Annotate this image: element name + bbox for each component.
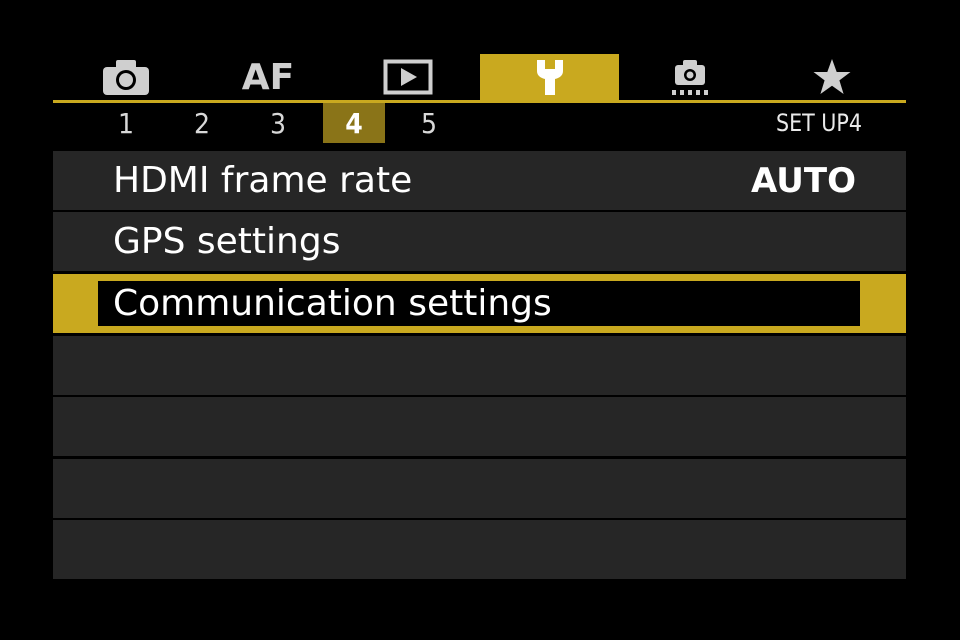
page-5-label: 5 — [420, 106, 438, 140]
menu-item-empty — [53, 459, 906, 518]
page-3[interactable]: 3 — [247, 103, 309, 143]
tab-af[interactable]: AF — [233, 54, 303, 100]
selection-highlight: Communication settings — [98, 281, 860, 326]
page-selector: 1 2 3 4 5 SET UP4 — [53, 103, 906, 145]
menu-item-hdmi-frame-rate[interactable]: HDMI frame rate AUTO — [53, 151, 906, 210]
page-2[interactable]: 2 — [171, 103, 233, 143]
tab-my-menu[interactable] — [808, 54, 856, 100]
tab-setup[interactable] — [480, 54, 619, 100]
star-icon — [813, 59, 851, 94]
tab-shooting[interactable] — [88, 54, 164, 100]
page-1-label: 1 — [117, 106, 135, 140]
menu-tab-bar: AF — [53, 54, 906, 100]
menu-item-value: AUTO — [751, 160, 856, 201]
page-3-label: 3 — [269, 106, 287, 140]
page-5[interactable]: 5 — [398, 103, 460, 143]
menu-item-communication-settings[interactable]: Communication settings — [53, 274, 906, 333]
menu-item-label: HDMI frame rate — [113, 160, 413, 201]
page-4-label: 4 — [345, 106, 363, 140]
menu-item-gps-settings[interactable]: GPS settings — [53, 212, 906, 271]
tab-playback[interactable] — [376, 54, 440, 100]
page-title: SET UP4 — [776, 109, 862, 137]
tab-af-label: AF — [241, 56, 295, 98]
playback-icon — [383, 59, 433, 95]
camera-icon — [103, 60, 149, 95]
tab-custom-functions[interactable] — [662, 54, 718, 100]
menu-item-empty — [53, 520, 906, 579]
menu-item-label: GPS settings — [113, 221, 341, 262]
menu-item-empty — [53, 397, 906, 456]
wrench-icon — [536, 60, 563, 95]
page-1[interactable]: 1 — [95, 103, 157, 143]
custom-functions-icon — [672, 60, 708, 95]
menu-item-empty — [53, 336, 906, 395]
page-2-label: 2 — [193, 106, 211, 140]
page-4[interactable]: 4 — [323, 103, 385, 143]
menu-item-label: Communication settings — [113, 283, 552, 324]
